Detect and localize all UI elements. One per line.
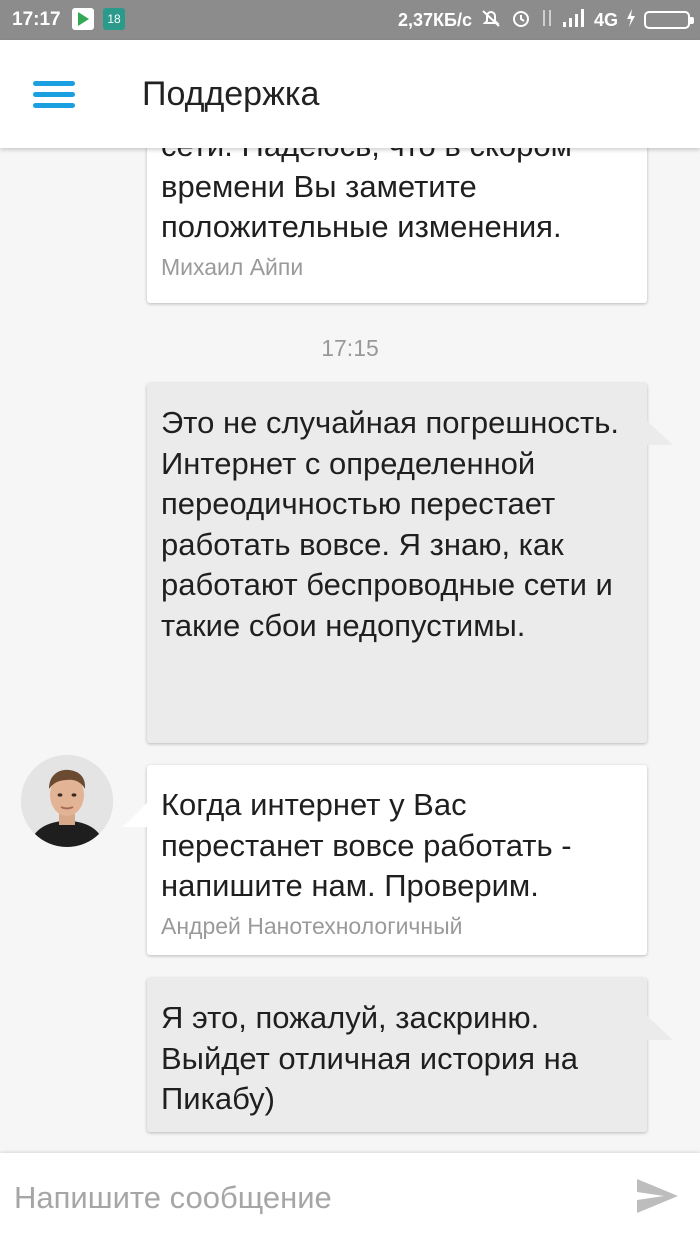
page-title: Поддержка [142,75,320,113]
time-separator: 17:15 [321,335,379,361]
charging-icon [626,8,636,33]
chat-messages[interactable]: сети. Надеюсь, что в скором времени Вы з… [0,148,700,1153]
message-bubble-incoming: сети. Надеюсь, что в скором времени Вы з… [147,148,647,303]
send-icon[interactable] [634,1173,680,1219]
status-right-group: 2,37КБ/с 4G [398,7,694,34]
signal-icon [562,8,586,33]
message-composer [0,1153,700,1244]
hamburger-menu-icon[interactable] [33,81,75,109]
message-bubble-incoming: Когда интернет у Вас перестанет вовсе ра… [123,765,647,955]
status-time: 17:17 [12,9,61,30]
battery-icon [644,11,694,29]
alarm-icon [510,7,532,34]
message-bubble-outgoing: Это не случайная погрешность. Интернет с… [147,383,673,743]
data-arrows-icon [540,7,554,34]
message-bubble-outgoing: Я это, пожалуй, заскриню. Выйдет отлична… [147,978,673,1132]
message-text: Это не случайная погрешность. Интернет с… [161,405,620,643]
bubble-tail [645,1014,673,1040]
app-bar: Поддержка [0,40,700,148]
notification-badge: 18 [103,8,125,30]
bubble-tail [645,419,673,445]
network-speed: 2,37КБ/с [398,9,472,30]
message-input[interactable] [14,1173,614,1223]
status-bar: 17:17 18 2,37КБ/с 4G [0,0,700,40]
play-store-icon [72,8,94,30]
message-text: Я это, пожалуй, заскриню. Выйдет отлична… [161,1000,579,1116]
message-text: Когда интернет у Вас перестанет вовсе ра… [161,787,572,903]
message-author: Андрей Нанотехнологичный [161,912,463,939]
user-avatar[interactable] [21,755,113,847]
bubble-tail [123,801,149,827]
message-text: сети. Надеюсь, что в скором времени Вы з… [161,148,572,244]
message-author: Михаил Айпи [161,253,304,280]
network-type: 4G [593,10,618,30]
mute-icon [480,7,502,34]
